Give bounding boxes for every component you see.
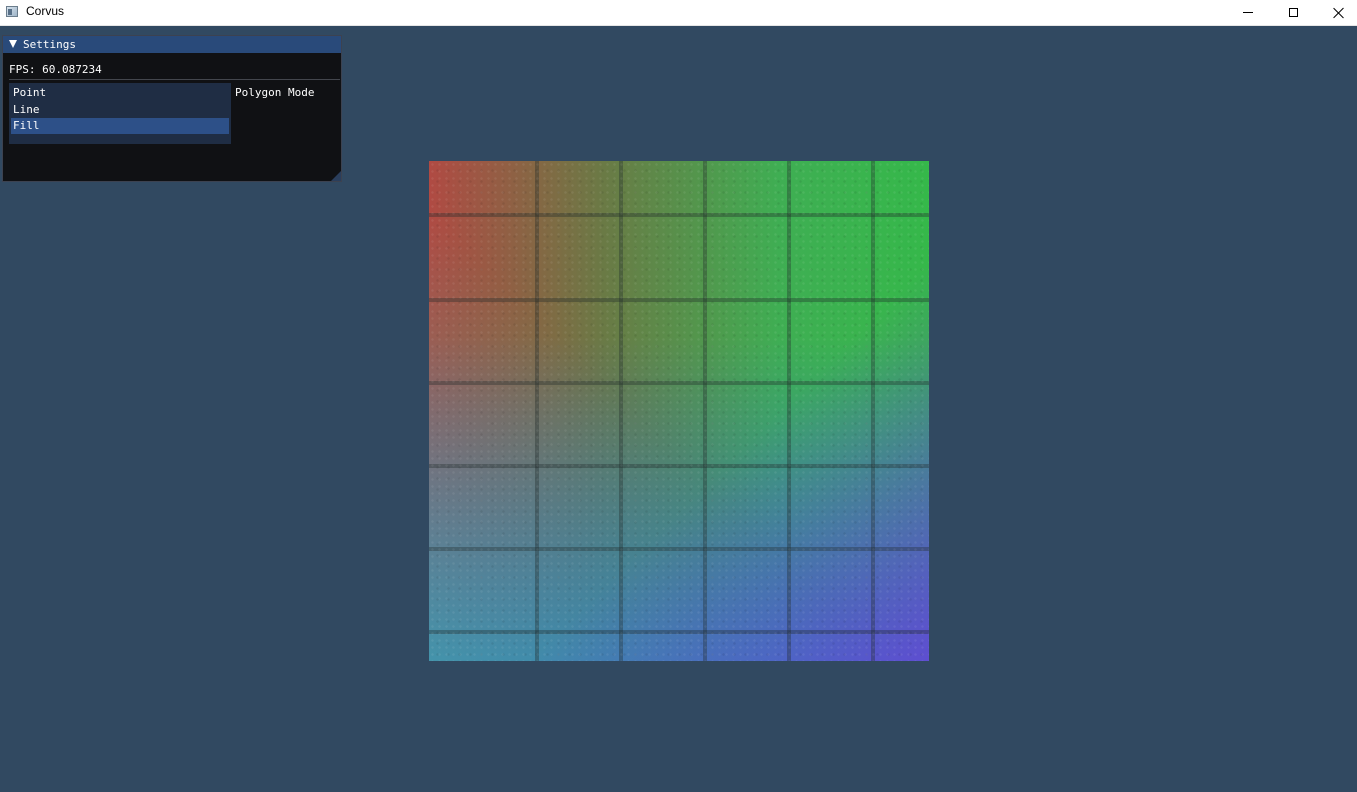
maximize-button[interactable]: [1270, 0, 1316, 25]
polygon-mode-option-line[interactable]: Line: [11, 102, 229, 118]
close-icon: [1333, 7, 1345, 19]
polygon-mode-option-fill[interactable]: Fill: [11, 118, 229, 134]
tile-grain: [429, 161, 929, 661]
resize-grip[interactable]: [331, 171, 341, 181]
polygon-mode-listbox[interactable]: Point Line Fill: [9, 83, 231, 144]
polygon-mode-label: Polygon Mode: [235, 86, 315, 99]
triangle-down-icon[interactable]: [9, 40, 17, 48]
settings-panel-title: Settings: [23, 38, 76, 51]
separator: [9, 79, 340, 80]
window-titlebar: Corvus: [0, 0, 1357, 26]
settings-panel-titlebar[interactable]: Settings: [3, 36, 341, 53]
fps-counter: FPS: 60.087234: [9, 63, 102, 76]
settings-panel[interactable]: Settings FPS: 60.087234 Point Line Fill …: [2, 35, 342, 182]
textured-quad: [429, 161, 929, 661]
window-title: Corvus: [26, 4, 65, 18]
polygon-mode-option-point[interactable]: Point: [11, 85, 229, 101]
minimize-button[interactable]: [1225, 0, 1271, 25]
maximize-icon: [1288, 8, 1298, 17]
close-button[interactable]: [1316, 0, 1357, 25]
minimize-icon: [1243, 12, 1253, 13]
app-icon: [6, 6, 18, 17]
